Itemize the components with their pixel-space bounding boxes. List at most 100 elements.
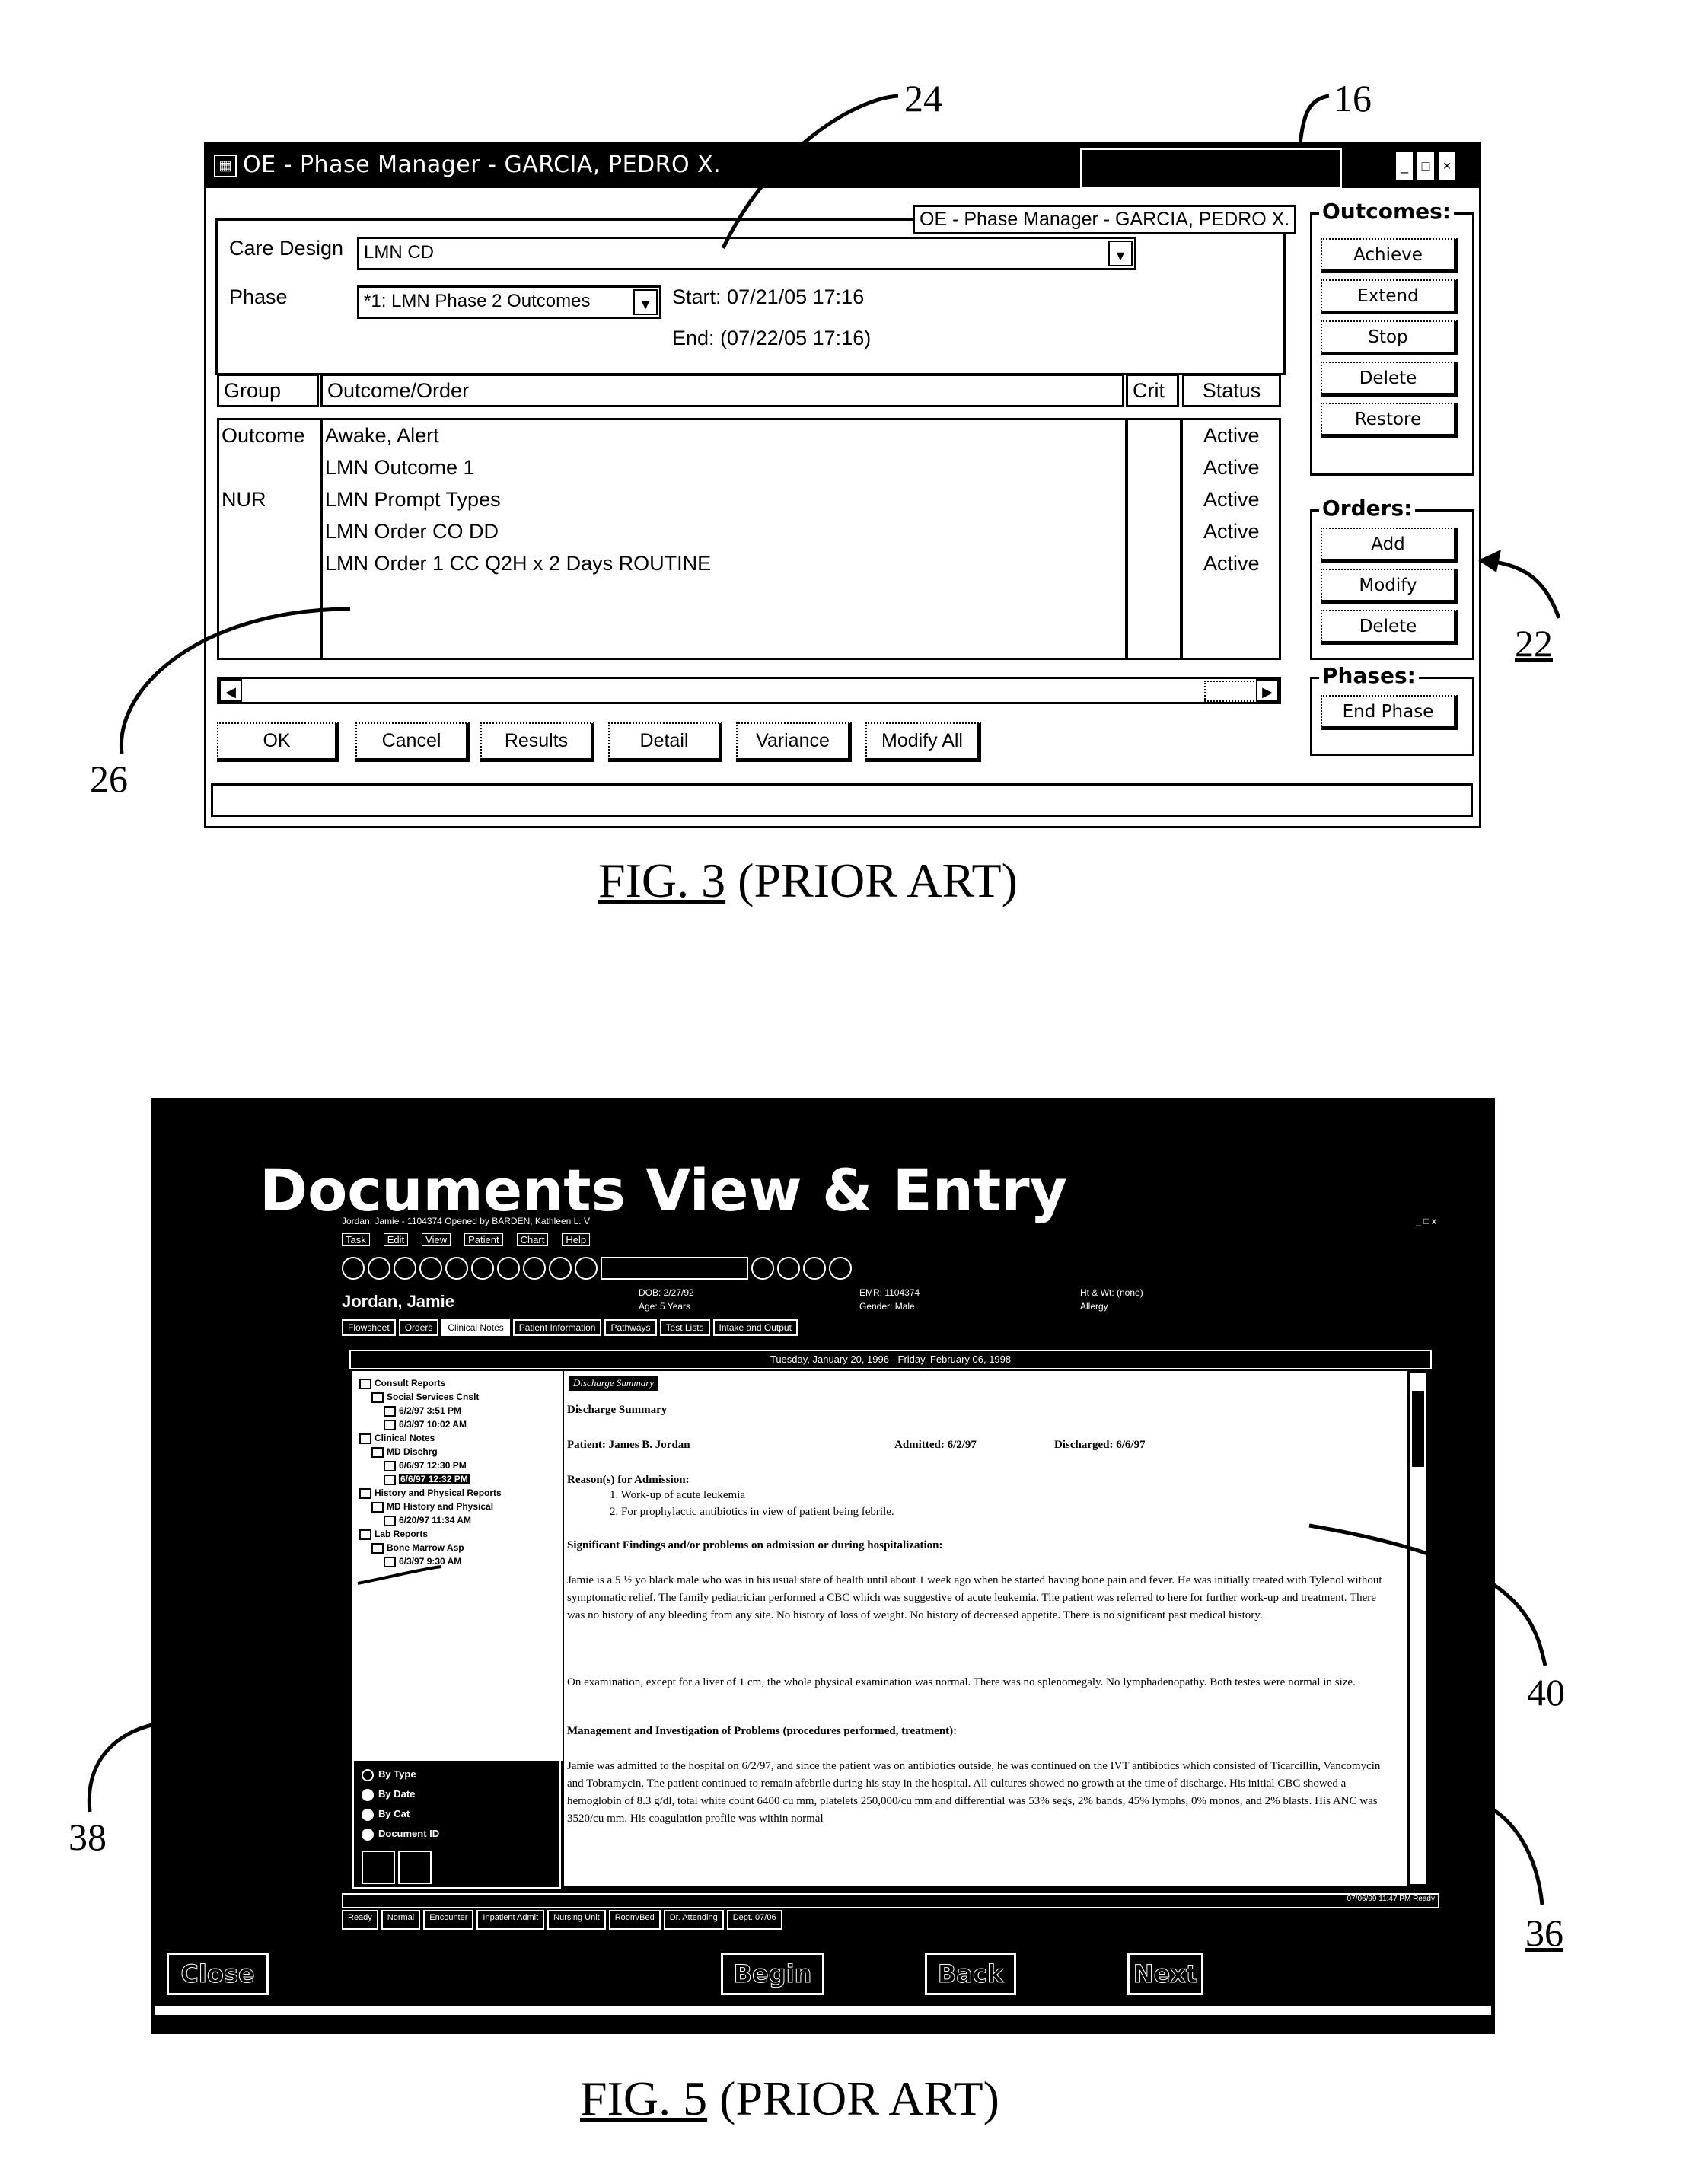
toolbar-icon[interactable]	[829, 1257, 852, 1280]
toolbar-icon[interactable]	[803, 1257, 826, 1280]
close-button[interactable]: Close	[167, 1953, 269, 1995]
radio-icon[interactable]	[362, 1828, 374, 1841]
tree-document-item[interactable]: 6/3/97 9:30 AM	[384, 1556, 461, 1567]
detail-button[interactable]: Detail	[608, 722, 722, 762]
tab-flowsheet[interactable]: Flowsheet	[342, 1319, 396, 1336]
toolbar-icon[interactable]	[394, 1257, 416, 1280]
phase-end-phase-button[interactable]: End Phase	[1321, 695, 1458, 730]
folder-icon	[371, 1501, 384, 1513]
toolbar-icon[interactable]	[777, 1257, 800, 1280]
tree-subfolder[interactable]: MD Dischrg	[371, 1446, 438, 1458]
ok-button[interactable]: OK	[217, 722, 339, 762]
view-option-radio[interactable]: By Type	[362, 1768, 416, 1781]
menu-item-task[interactable]: Task	[342, 1233, 370, 1246]
order-delete-button[interactable]: Delete	[1321, 610, 1458, 645]
toolbar-icon[interactable]	[751, 1257, 774, 1280]
close-icon[interactable]: ×	[1438, 151, 1456, 180]
horizontal-scrollbar[interactable]: ◀ ▶	[217, 677, 1281, 704]
order-modify-button[interactable]: Modify	[1321, 569, 1458, 604]
tree-subfolder[interactable]: Social Services Cnslt	[371, 1392, 479, 1403]
tree-document-item[interactable]: 6/3/97 10:02 AM	[384, 1419, 467, 1430]
phase-value: *1: LMN Phase 2 Outcomes	[364, 291, 591, 311]
tree-document-item[interactable]: 6/20/97 11:34 AM	[384, 1515, 471, 1526]
outcome-stop-button[interactable]: Stop	[1321, 320, 1458, 355]
maximize-icon[interactable]: □	[1417, 151, 1435, 180]
view-option-radio[interactable]: Document ID	[362, 1828, 439, 1841]
view-option-radio[interactable]: By Date	[362, 1788, 415, 1801]
toolbar-icon[interactable]	[342, 1257, 365, 1280]
arrow-left-icon[interactable]: ◀	[219, 679, 242, 702]
toolbar-icon[interactable]	[419, 1257, 442, 1280]
tree-folder[interactable]: Lab Reports	[359, 1529, 428, 1540]
tab-orders[interactable]: Orders	[398, 1319, 439, 1336]
tree-expand-icon[interactable]	[362, 1851, 395, 1884]
toolbar-icon[interactable]	[523, 1257, 546, 1280]
tree-document-item[interactable]: 6/6/97 12:30 PM	[384, 1460, 467, 1471]
window-controls[interactable]: _ □ x	[1416, 1216, 1436, 1226]
tree-subfolder[interactable]: MD History and Physical	[371, 1501, 493, 1513]
modify-all-button[interactable]: Modify All	[865, 722, 981, 762]
outcome-achieve-button[interactable]: Achieve	[1321, 238, 1458, 273]
examination-paragraph: On examination, except for a liver of 1 …	[567, 1676, 1356, 1688]
begin-button[interactable]: Begin	[721, 1953, 824, 1995]
fig3-caption-number: FIG. 3	[598, 853, 726, 907]
minimize-icon[interactable]: _	[1395, 151, 1414, 180]
back-button[interactable]: Back	[925, 1953, 1016, 1995]
toolbar-icon[interactable]	[368, 1257, 390, 1280]
tab-intake-and-output[interactable]: Intake and Output	[712, 1319, 798, 1336]
menu-item-edit[interactable]: Edit	[383, 1233, 409, 1246]
menu-item-view[interactable]: View	[422, 1233, 451, 1246]
outcome-extend-button[interactable]: Extend	[1321, 279, 1458, 314]
toolbar-icon[interactable]	[575, 1257, 598, 1280]
status-panel: Dr. Attending	[663, 1910, 724, 1930]
toolbar-search-box[interactable]	[601, 1257, 748, 1280]
toolbar-icon[interactable]	[445, 1257, 468, 1280]
tree-document-item[interactable]: 6/6/97 12:32 PM	[384, 1474, 470, 1485]
column-header-outcome-order[interactable]: Outcome/Order	[320, 374, 1124, 407]
tab-pathways[interactable]: Pathways	[604, 1319, 657, 1336]
crit-column	[1126, 418, 1182, 660]
tree-folder[interactable]: History and Physical Reports	[359, 1487, 502, 1499]
radio-icon[interactable]	[362, 1808, 374, 1821]
chevron-down-icon[interactable]: ▼	[1108, 241, 1133, 266]
menu-item-patient[interactable]: Patient	[464, 1233, 503, 1246]
outcome-restore-button[interactable]: Restore	[1321, 403, 1458, 438]
scrollbar-thumb[interactable]	[1412, 1391, 1424, 1467]
fig5-caption: FIG. 5 (PRIOR ART)	[580, 2071, 999, 2127]
arrow-right-icon[interactable]: ▶	[1256, 679, 1279, 702]
fig3-caption-suffix: (PRIOR ART)	[725, 853, 1018, 907]
column-header-crit[interactable]: Crit	[1126, 374, 1179, 407]
next-button[interactable]: Next	[1127, 1953, 1203, 1995]
chevron-down-icon[interactable]: ▼	[633, 289, 658, 315]
column-header-group[interactable]: Group	[217, 374, 319, 407]
radio-icon[interactable]	[362, 1768, 374, 1781]
tree-folder[interactable]: Clinical Notes	[359, 1433, 435, 1444]
tab-patient-information[interactable]: Patient Information	[512, 1319, 602, 1336]
management-heading: Management and Investigation of Problems…	[567, 1725, 958, 1737]
column-header-status[interactable]: Status	[1182, 374, 1281, 407]
phase-combo[interactable]: *1: LMN Phase 2 Outcomes ▼	[357, 285, 661, 319]
toolbar-icon[interactable]	[497, 1257, 520, 1280]
toolbar-icon[interactable]	[471, 1257, 494, 1280]
app-window-title: Jordan, Jamie - 1104374 Opened by BARDEN…	[342, 1216, 590, 1226]
toolbar-icon[interactable]	[549, 1257, 572, 1280]
document-vertical-scrollbar[interactable]	[1409, 1371, 1427, 1886]
home-icon[interactable]	[398, 1851, 432, 1884]
tab-clinical-notes[interactable]: Clinical Notes	[441, 1319, 510, 1336]
radio-icon[interactable]	[362, 1788, 374, 1801]
menu-item-chart[interactable]: Chart	[516, 1233, 549, 1246]
order-add-button[interactable]: Add	[1321, 528, 1458, 563]
tree-subfolder[interactable]: Bone Marrow Asp	[371, 1542, 464, 1554]
tree-item-label: 6/3/97 10:02 AM	[399, 1419, 467, 1430]
menu-item-help[interactable]: Help	[562, 1233, 591, 1246]
tree-folder[interactable]: Consult Reports	[359, 1378, 445, 1389]
variance-button[interactable]: Variance	[736, 722, 852, 762]
tree-document-item[interactable]: 6/2/97 3:51 PM	[384, 1405, 461, 1417]
scrollbar-thumb[interactable]	[1204, 681, 1257, 702]
care-design-combo[interactable]: LMN CD ▼	[357, 237, 1136, 270]
results-button[interactable]: Results	[480, 722, 594, 762]
view-option-radio[interactable]: By Cat	[362, 1808, 410, 1821]
tab-test-lists[interactable]: Test Lists	[659, 1319, 710, 1336]
outcome-delete-button[interactable]: Delete	[1321, 362, 1458, 397]
cancel-button[interactable]: Cancel	[355, 722, 470, 762]
